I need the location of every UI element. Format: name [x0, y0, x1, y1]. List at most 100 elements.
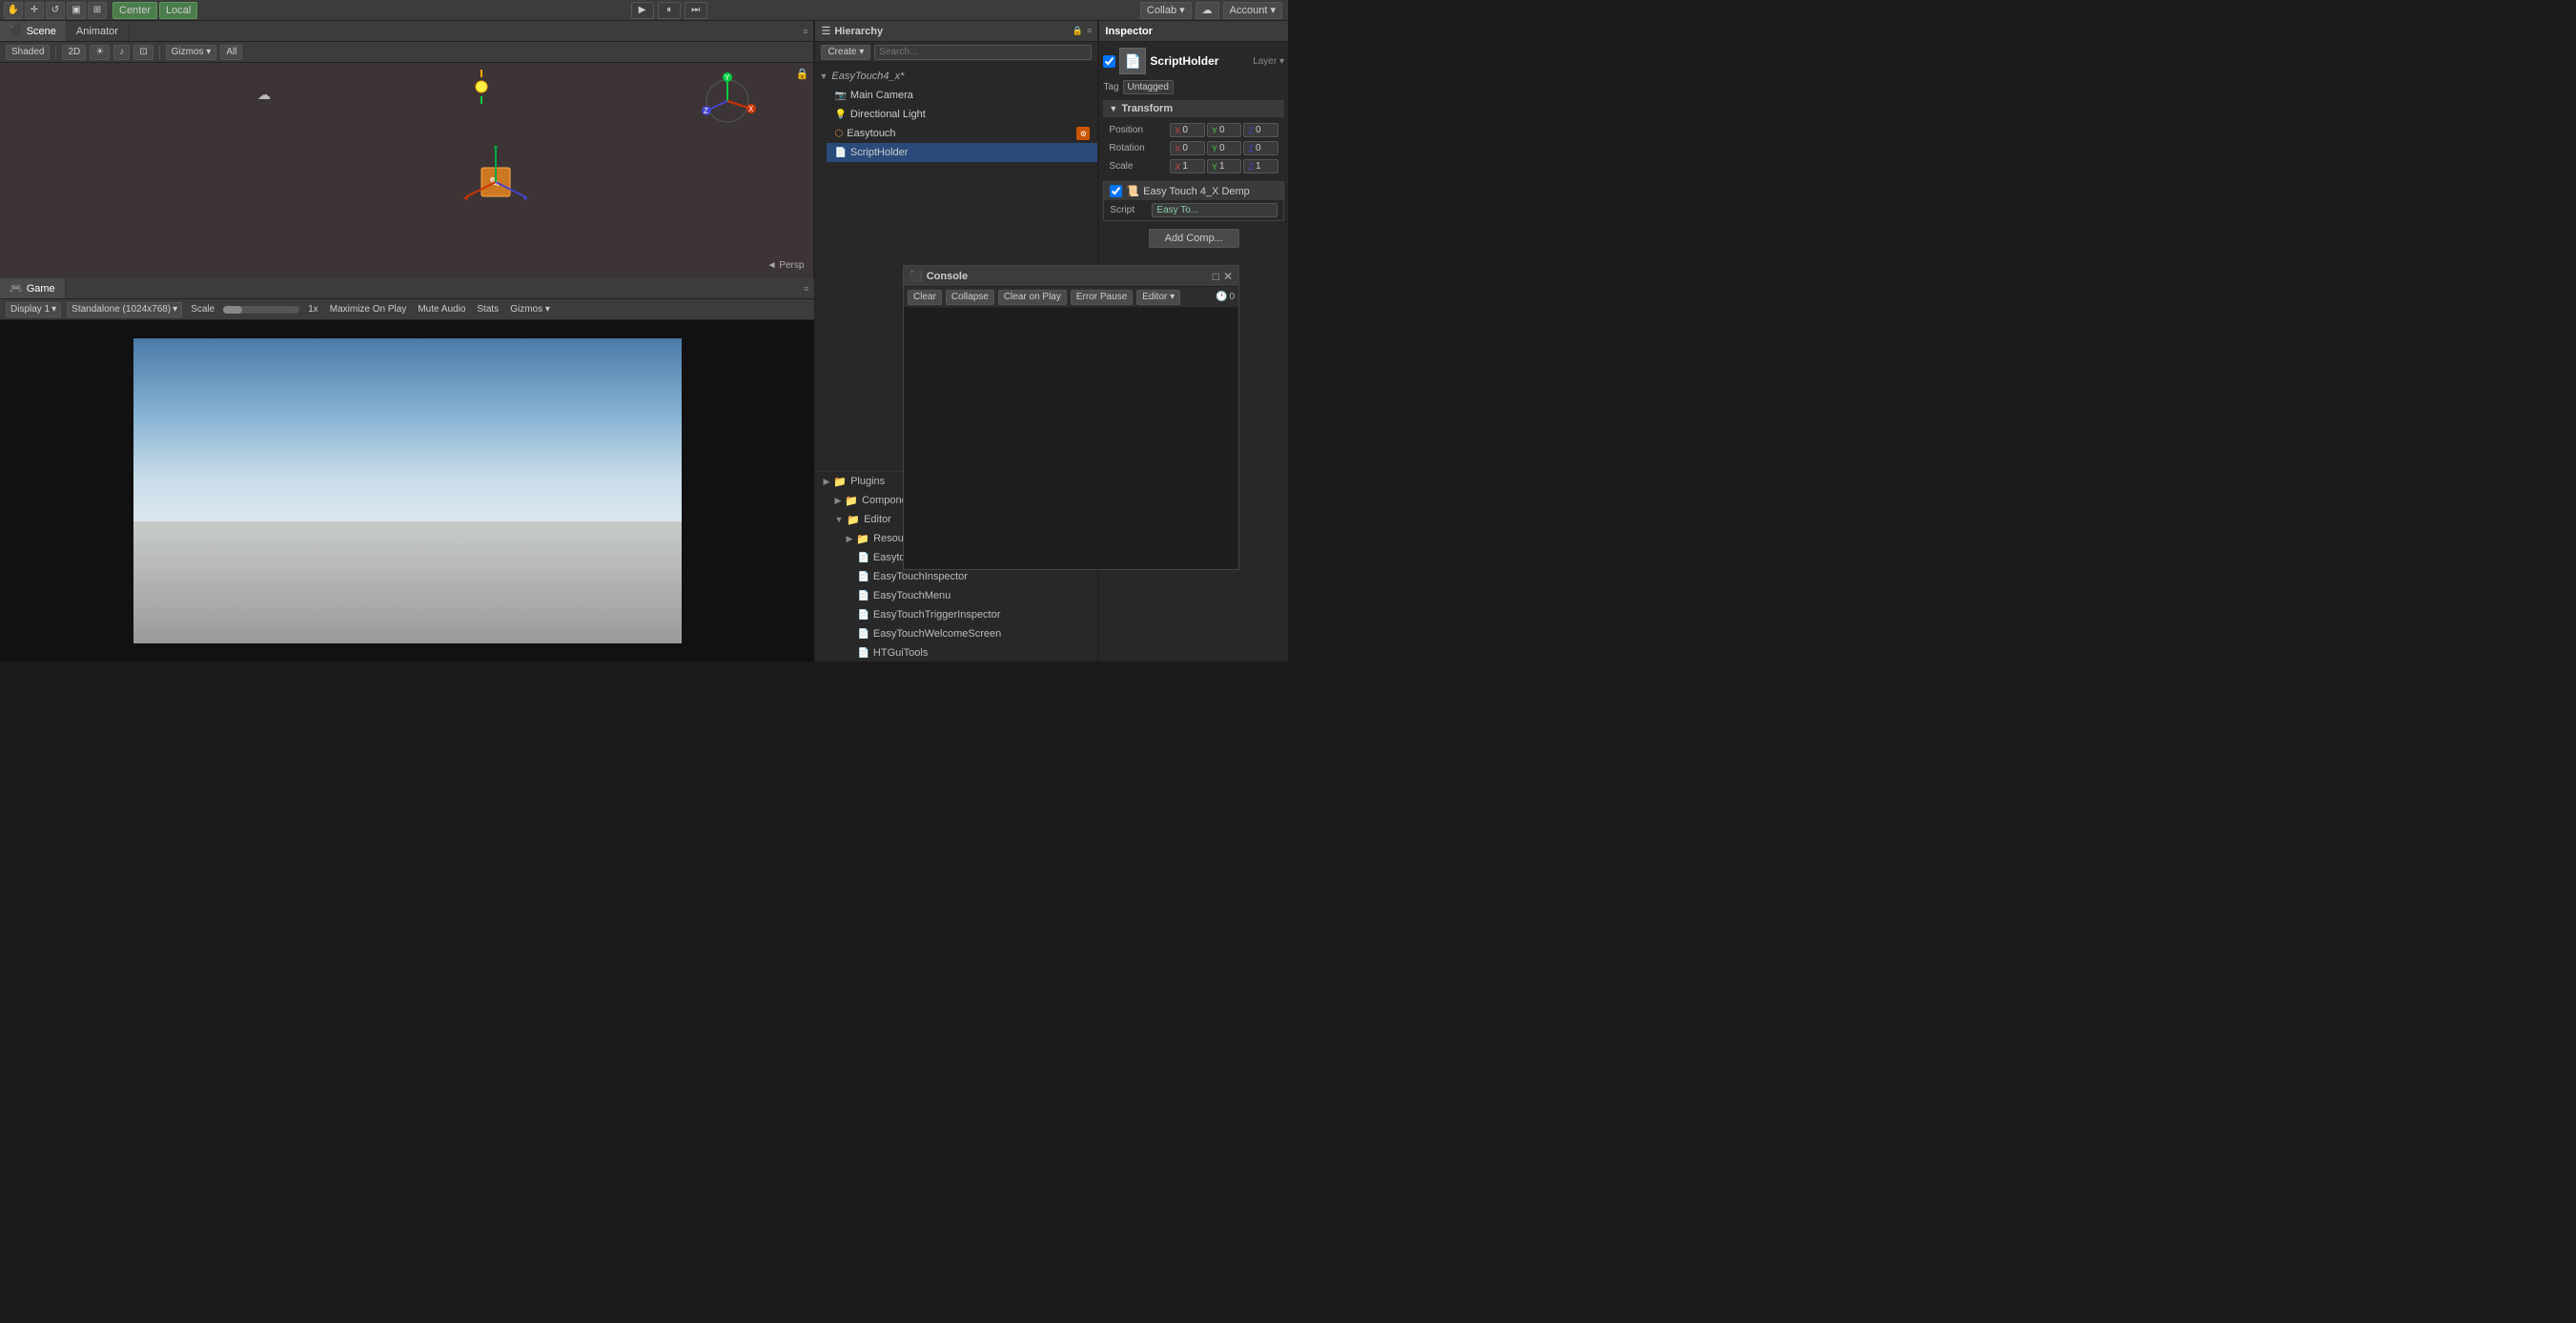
scene-tab-bar: ⬛ Scene Animator ≡: [0, 21, 813, 42]
stats-btn[interactable]: Stats: [474, 304, 501, 315]
account-button[interactable]: Account ▾: [1223, 2, 1282, 19]
console-minimize-btn[interactable]: □: [1213, 270, 1219, 283]
object-active-checkbox[interactable]: [1103, 55, 1115, 68]
script-section-header[interactable]: 📜 Easy Touch 4_X Demp: [1104, 182, 1283, 200]
script-field-label: Script: [1110, 205, 1148, 215]
scale-x-field[interactable]: X 1: [1170, 159, 1205, 173]
scene-selected-object[interactable]: ✎: [458, 144, 534, 223]
collab-button[interactable]: Collab ▾: [1140, 2, 1192, 19]
resolution-dropdown[interactable]: Standalone (1024x768) ▾: [67, 302, 182, 317]
hierarchy-item-scriptholder[interactable]: 📄 ScriptHolder: [827, 143, 1097, 162]
animator-tab[interactable]: Animator: [67, 21, 129, 41]
light-icon: 💡: [834, 110, 846, 120]
display-dropdown[interactable]: Display 1 ▾: [6, 302, 61, 317]
pivot-toggle[interactable]: Local: [159, 2, 197, 19]
inspector-object-name: ScriptHolder: [1150, 54, 1218, 68]
hierarchy-title: Hierarchy: [834, 26, 883, 37]
hierarchy-lock-btn[interactable]: 🔒: [1073, 26, 1083, 36]
transform-section-header[interactable]: ▼ Transform: [1103, 100, 1284, 117]
file-htguitools[interactable]: 📄 HTGuiTools: [815, 643, 1097, 662]
audio-toggle[interactable]: ♪: [113, 45, 130, 60]
scene-viewport[interactable]: ☁ ✎: [0, 63, 813, 278]
play-button[interactable]: ▶: [631, 2, 654, 19]
console-icon-small: 🕐: [1216, 292, 1227, 302]
position-y-field[interactable]: Y 0: [1207, 123, 1242, 137]
scene-root-label: EasyTouch4_x*: [831, 71, 904, 82]
scene-tab[interactable]: ⬛ Scene: [0, 21, 67, 41]
rotation-value: X 0 Y 0 Z 0: [1170, 141, 1278, 155]
hierarchy-item-easytouch[interactable]: ⬡ Easytouch ⚙: [827, 124, 1097, 143]
scale-label: Scale: [1109, 161, 1166, 172]
cloud-button[interactable]: ☁: [1196, 2, 1219, 19]
game-tab[interactable]: 🎮 Game: [0, 278, 66, 298]
gizmos-dropdown[interactable]: Gizmos ▾: [166, 45, 217, 60]
maximize-on-play-btn[interactable]: Maximize On Play: [327, 304, 410, 315]
easytouch-menu-label: EasyTouchMenu: [873, 590, 951, 601]
script-field-value[interactable]: Easy To...: [1152, 203, 1278, 217]
fx-toggle[interactable]: ⊡: [133, 45, 153, 60]
scale-y-field[interactable]: Y 1: [1207, 159, 1242, 173]
shading-dropdown[interactable]: Shaded: [6, 45, 50, 60]
file-easytouch-trigger[interactable]: 📄 EasyTouchTriggerInspector: [815, 605, 1097, 624]
lock-icon[interactable]: 🔒: [796, 68, 809, 80]
scene-root-arrow: ▼: [819, 71, 828, 81]
layer-dropdown[interactable]: Layer ▾: [1253, 56, 1284, 67]
hierarchy-item-directional-light[interactable]: 💡 Directional Light: [827, 105, 1097, 124]
game-gizmos-dropdown[interactable]: Gizmos ▾: [507, 304, 553, 315]
hand-tool[interactable]: ✋: [4, 2, 23, 19]
move-tool[interactable]: ✛: [25, 2, 44, 19]
sx-label: X: [1175, 162, 1180, 172]
hierarchy-menu-btn[interactable]: ≡: [1087, 26, 1092, 36]
center-toggle[interactable]: Center: [112, 2, 157, 19]
console-clear-btn[interactable]: Clear: [908, 290, 942, 305]
hierarchy-header: ☰ Hierarchy 🔒 ≡: [815, 21, 1097, 42]
rotation-y-field[interactable]: Y 0: [1207, 141, 1242, 155]
hierarchy-item-main-camera[interactable]: 📷 Main Camera: [827, 86, 1097, 105]
pause-button[interactable]: ⏸: [658, 2, 681, 19]
console-close-btn[interactable]: ✕: [1223, 270, 1233, 283]
mute-audio-btn[interactable]: Mute Audio: [415, 304, 468, 315]
game-toolbar: Display 1 ▾ Standalone (1024x768) ▾ Scal…: [0, 299, 814, 320]
all-dropdown[interactable]: All: [220, 45, 242, 60]
persp-label: ◄ Persp: [767, 260, 805, 271]
svg-text:Y: Y: [725, 73, 730, 82]
scale-z-field[interactable]: Z 1: [1243, 159, 1278, 173]
console-editor-dropdown[interactable]: Editor ▾: [1136, 290, 1180, 305]
game-viewport-inner: [133, 338, 682, 643]
script-active-checkbox[interactable]: [1110, 185, 1122, 197]
scale-slider[interactable]: [223, 306, 299, 314]
position-x-field[interactable]: X 0: [1170, 123, 1205, 137]
rect-tool[interactable]: ▣: [67, 2, 86, 19]
directional-light-label: Directional Light: [850, 109, 926, 120]
sky-gradient: [133, 338, 682, 537]
position-z-value: 0: [1256, 125, 1261, 135]
console-error-pause-btn[interactable]: Error Pause: [1071, 290, 1133, 305]
add-component-button[interactable]: Add Comp...: [1149, 229, 1239, 248]
plugins-label: Plugins: [850, 476, 885, 487]
lighting-toggle[interactable]: ☀: [90, 45, 110, 60]
add-component-section: Add Comp...: [1103, 229, 1284, 248]
sep2: [159, 46, 160, 59]
step-button[interactable]: ⏭: [685, 2, 707, 19]
hierarchy-search-input[interactable]: [874, 45, 1092, 60]
file-easytouch-welcome[interactable]: 📄 EasyTouchWelcomeScreen: [815, 624, 1097, 643]
script-icon: 📄: [834, 148, 846, 158]
components-folder-icon: 📁: [845, 495, 858, 507]
play-controls: ▶ ⏸ ⏭: [197, 2, 1140, 19]
create-btn[interactable]: Create ▾: [821, 45, 870, 60]
position-z-field[interactable]: Z 0: [1243, 123, 1278, 137]
tag-dropdown[interactable]: Untagged: [1123, 80, 1174, 94]
file-easytouch-inspector[interactable]: 📄 EasyTouchInspector: [815, 567, 1097, 586]
rotate-tool[interactable]: ↺: [46, 2, 65, 19]
console-collapse-btn[interactable]: Collapse: [946, 290, 994, 305]
2d-toggle[interactable]: 2D: [62, 45, 86, 60]
file-easytouch-menu[interactable]: 📄 EasyTouchMenu: [815, 586, 1097, 605]
rotation-z-field[interactable]: Z 0: [1243, 141, 1278, 155]
console-clear-on-play-btn[interactable]: Clear on Play: [998, 290, 1067, 305]
rotation-x-field[interactable]: X 0: [1170, 141, 1205, 155]
scene-panel-menu[interactable]: ≡: [803, 27, 808, 36]
plugins-folder-icon: 📁: [833, 476, 847, 488]
custom-tool[interactable]: ⊞: [88, 2, 107, 19]
game-panel-menu[interactable]: ≡: [804, 284, 808, 294]
scene-root-item[interactable]: ▼ EasyTouch4_x*: [815, 67, 1097, 86]
